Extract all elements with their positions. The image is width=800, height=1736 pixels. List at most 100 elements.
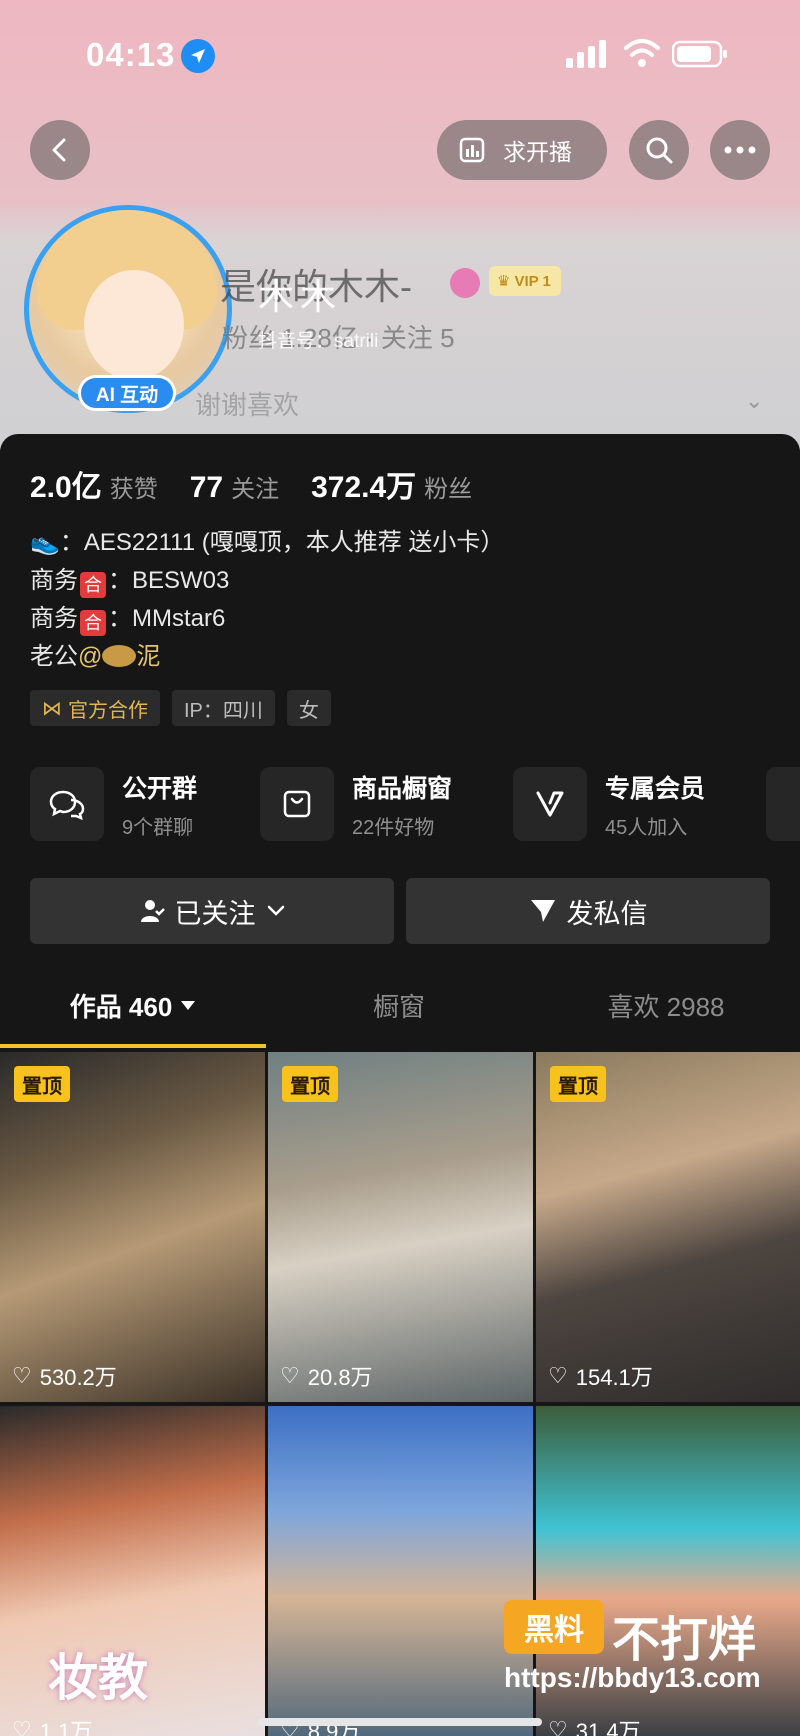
bio-business-value: ：BESW03 [108, 567, 230, 594]
following-label[interactable]: 关注 [231, 469, 279, 504]
feature-title: 专属会员 [605, 774, 706, 803]
bio-faded: 谢谢喜欢 [195, 390, 300, 420]
bio-line: 商务合：MMstar6 [30, 600, 504, 638]
pinned-badge: 置顶 [14, 1066, 70, 1102]
followers-count[interactable]: 372.4万 [311, 462, 416, 506]
like-value: 154.1万 [575, 1365, 653, 1390]
bio: 👟：AES22111 (嘎嘎顶，本人推荐 送小卡） 商务合：BESW03 商务合… [30, 524, 504, 676]
mention-at: @ [78, 643, 103, 670]
status-bar: 04:13 [0, 0, 800, 110]
vip-badge: ♛ VIP 1 [489, 266, 561, 296]
message-label: 发私信 [566, 898, 648, 929]
signal-icon [566, 40, 606, 68]
public-group-entry[interactable]: 公开群 9个群聊 [30, 766, 197, 842]
profile-stats: 2.0亿 获赞 77 关注 372.4万 粉丝 [30, 462, 504, 506]
avatar-face [84, 270, 184, 380]
douyin-id: 抖音号：satrili [258, 331, 379, 352]
group-chat-icon [30, 767, 104, 841]
sneaker-icon: 👟 [30, 529, 60, 556]
like-count: ♡ 154.1万 [548, 1360, 653, 1392]
heart-icon: ♡ [280, 1363, 300, 1388]
like-count: ♡ 530.2万 [12, 1360, 117, 1392]
shop-window-entry[interactable]: 商品橱窗 22件好物 [260, 766, 452, 842]
message-button[interactable]: 发私信 [406, 878, 770, 944]
verified-icon [450, 268, 480, 298]
more-feature-icon [766, 767, 800, 841]
vip-label: VIP 1 [514, 272, 551, 290]
bio-line: 商务合：BESW03 [30, 562, 504, 600]
heart-icon: ♡ [12, 1363, 32, 1388]
bio-business-label: 商务 [30, 605, 78, 632]
back-button[interactable] [30, 120, 90, 180]
follow-label: 已关注 [174, 898, 256, 929]
request-live-button[interactable]: 求开播 [437, 120, 607, 180]
profile-tags: ⋈ 官方合作 IP：四川 女 [30, 690, 331, 726]
send-icon [530, 900, 555, 922]
bio-business-label: 商务 [30, 567, 78, 594]
watermark-text: 不打烊 [612, 1614, 757, 1667]
crown-icon: ♛ [497, 273, 511, 290]
watermark-logo: 黑料 [504, 1600, 604, 1654]
tag-label: 官方合作 [68, 699, 148, 722]
video-tile[interactable]: 置顶 ♡ 20.8万 [268, 1052, 533, 1402]
more-button[interactable] [710, 120, 770, 180]
battery-icon [672, 40, 727, 68]
likes-count: 2.0亿 [30, 471, 102, 504]
bio-husband-label: 老公 [30, 643, 78, 670]
feature-subtitle: 45人加入 [605, 816, 688, 839]
v-membership-icon [513, 767, 587, 841]
video-caption: 妆教 [48, 1650, 148, 1706]
more-feature-entry[interactable] [766, 766, 800, 842]
tab-window[interactable]: 橱窗 [266, 962, 532, 1048]
follow-button[interactable]: 已关注 [30, 878, 394, 944]
tab-likes[interactable]: 喜欢 2988 [532, 962, 800, 1048]
profile-name: 木木 [258, 276, 343, 317]
followers-label[interactable]: 粉丝 [424, 469, 472, 504]
chart-icon [459, 137, 485, 163]
active-tab-indicator [0, 1044, 266, 1048]
status-time: 04:13 [86, 36, 176, 73]
pinned-badge: 置顶 [282, 1066, 338, 1102]
video-tile[interactable]: 置顶 ♡ 154.1万 [536, 1052, 800, 1402]
ai-interact-badge[interactable]: AI 互动 [78, 375, 176, 411]
feature-title: 商品橱窗 [352, 774, 453, 803]
search-button[interactable] [629, 120, 689, 180]
bio-line: 老公@ 泥 [30, 638, 504, 676]
video-tile[interactable]: 置顶 ♡ 530.2万 [0, 1052, 265, 1402]
mention-link[interactable]: @ 泥 [78, 643, 160, 670]
gender-tag: 女 [286, 690, 331, 726]
heart-icon: ♡ [548, 1363, 568, 1388]
watermark: 黑料 不打烊 https://bbdy13.com [500, 1600, 790, 1720]
cooperation-badge: 合 [80, 572, 106, 598]
tab-works-label: 作品 460 [69, 991, 173, 1022]
feature-subtitle: 9个群聊 [122, 816, 194, 839]
back-arrow-icon [52, 138, 66, 162]
pinned-badge: 置顶 [550, 1066, 606, 1102]
like-value: 1.1万 [39, 1719, 93, 1736]
bio-business-value: ：MMstar6 [108, 605, 226, 632]
video-tile[interactable]: ♡ 8.9万 [268, 1406, 533, 1736]
mention-name: 泥 [136, 643, 161, 670]
content-tabs: 作品 460 橱窗 喜欢 2988 [0, 962, 800, 1048]
location-icon [181, 39, 215, 73]
membership-entry[interactable]: 专属会员 45人加入 [513, 766, 705, 842]
official-cooperation-tag[interactable]: ⋈ 官方合作 [30, 690, 160, 726]
home-indicator [258, 1718, 542, 1726]
chevron-down-icon[interactable]: ⌄ [745, 388, 763, 414]
caret-down-icon [181, 1001, 196, 1010]
heart-icon: ♡ [12, 1717, 32, 1736]
likes-label: 获赞 [109, 476, 158, 503]
like-value: 20.8万 [307, 1365, 373, 1390]
more-icon [724, 146, 756, 154]
like-value: 530.2万 [39, 1365, 117, 1390]
tab-works[interactable]: 作品 460 [0, 962, 266, 1048]
wifi-icon [624, 39, 660, 67]
profile-card: 2.0亿 获赞 77 关注 372.4万 粉丝 👟：AES22111 (嘎嘎顶，… [0, 434, 800, 1736]
following-count[interactable]: 77 [190, 471, 223, 505]
feature-subtitle: 22件好物 [352, 816, 435, 839]
video-tile[interactable]: 妆教 ♡ 1.1万 [0, 1406, 265, 1736]
bio-line-1: ：AES22111 (嘎嘎顶，本人推荐 送小卡） [59, 529, 505, 556]
like-count: ♡ 20.8万 [280, 1360, 373, 1392]
handshake-icon: ⋈ [42, 697, 62, 720]
bio-line: 👟：AES22111 (嘎嘎顶，本人推荐 送小卡） [30, 524, 504, 562]
